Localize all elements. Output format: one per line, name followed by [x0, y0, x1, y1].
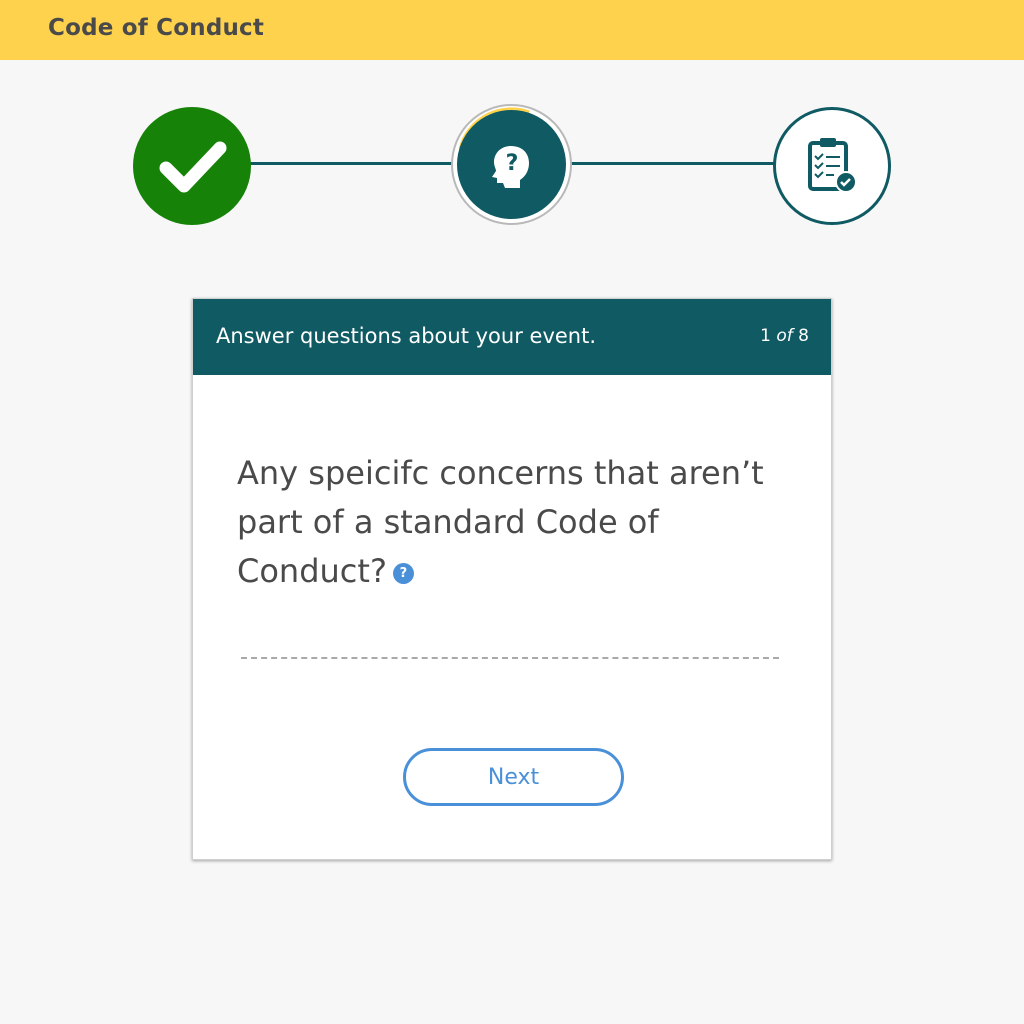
- step-3-upcoming[interactable]: [773, 107, 891, 225]
- svg-text:?: ?: [505, 151, 518, 176]
- counter-current: 1: [760, 326, 771, 346]
- question-text: Any speicifc concerns that aren’t part o…: [237, 454, 764, 590]
- step-2-current[interactable]: ?: [457, 110, 566, 219]
- counter-total: 8: [798, 326, 809, 346]
- help-icon[interactable]: ?: [392, 562, 414, 584]
- clipboard-check-icon: [808, 138, 857, 193]
- question-counter: 1 of 8: [760, 326, 809, 346]
- answer-input[interactable]: [241, 629, 779, 659]
- next-button[interactable]: Next: [403, 748, 624, 806]
- step-connector-1: [240, 162, 460, 165]
- step-1-complete[interactable]: [133, 107, 251, 225]
- app-title: Code of Conduct: [48, 15, 265, 41]
- step-connector-2: [566, 162, 782, 165]
- head-question-icon: ?: [491, 145, 529, 188]
- checkmark-icon: [159, 141, 227, 193]
- progress-stepper: ?: [0, 100, 1024, 230]
- question-text-block: Any speicifc concerns that aren’t part o…: [237, 449, 797, 596]
- question-card: Answer questions about your event. 1 of …: [192, 298, 832, 860]
- card-header: Answer questions about your event. 1 of …: [193, 299, 831, 375]
- counter-of: of: [776, 326, 793, 346]
- top-bar: Code of Conduct: [0, 0, 1024, 60]
- card-header-title: Answer questions about your event.: [216, 324, 597, 348]
